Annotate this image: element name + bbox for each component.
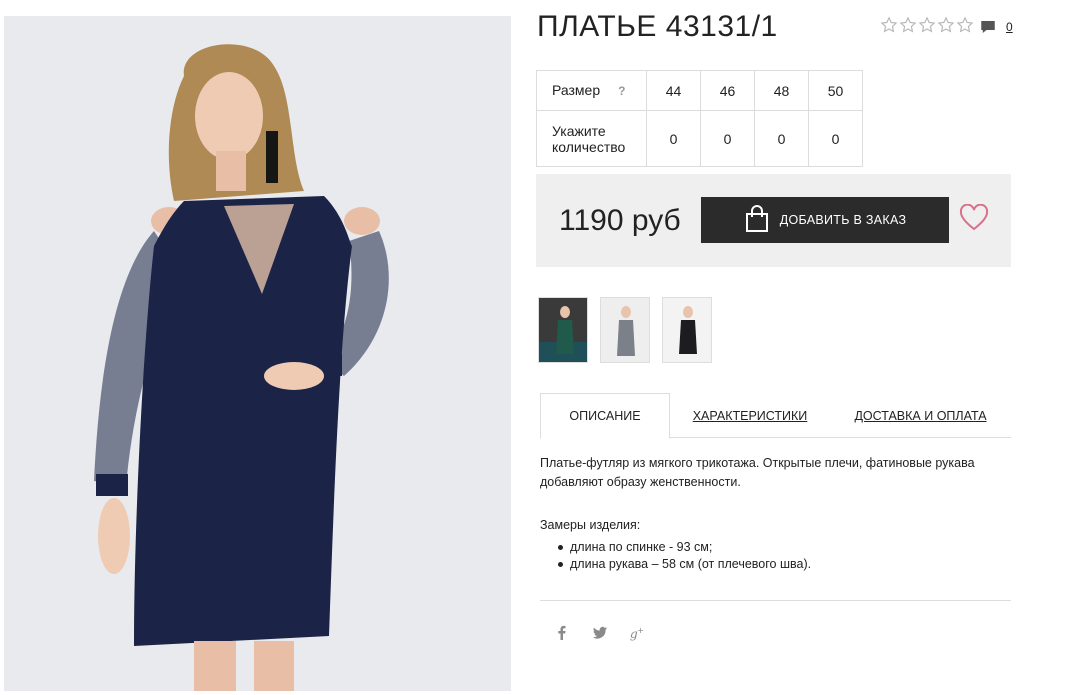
facebook-icon[interactable] [553,624,571,642]
shopping-bag-icon [744,204,770,236]
thumbnail-green-dress[interactable] [538,297,588,363]
quantity-input[interactable]: 0 [700,110,755,167]
size-label-cell: Размер? [536,70,647,111]
add-to-cart-button[interactable]: ДОБАВИТЬ В ЗАКАЗ [701,197,949,243]
quantity-row: Укажите количество 0 0 0 0 [536,110,863,167]
comment-count[interactable]: 0 [1006,20,1013,34]
size-option[interactable]: 44 [646,70,701,111]
help-icon[interactable]: ? [618,83,625,99]
tab-characteristics[interactable]: ХАРАКТЕРИСТИКИ [670,393,830,438]
product-main-image[interactable] [4,16,511,691]
favorite-heart-icon[interactable] [959,203,989,232]
star-icon[interactable] [899,16,917,34]
tab-description[interactable]: ОПИСАНИЕ [540,393,670,439]
thumbnail-grey-dress[interactable] [600,297,650,363]
comments-link[interactable]: 0 [979,18,1013,36]
measurements-title: Замеры изделия: [540,518,641,532]
buy-box: 1190 руб ДОБАВИТЬ В ЗАКАЗ [536,174,1011,267]
thumbnail-gallery [538,297,712,363]
size-option[interactable]: 48 [754,70,809,111]
size-option[interactable]: 50 [808,70,863,111]
star-icon[interactable] [918,16,936,34]
svg-text:+: + [637,625,644,635]
product-tabs: ОПИСАНИЕ ХАРАКТЕРИСТИКИ ДОСТАВКА И ОПЛАТ… [540,393,1011,439]
size-table: Размер? 44 46 48 50 Укажите количество 0… [536,70,863,167]
thumbnail-black-dress[interactable] [662,297,712,363]
tab-delivery-payment[interactable]: ДОСТАВКА И ОПЛАТА [830,393,1011,438]
twitter-icon[interactable] [591,624,609,642]
model-dress-illustration [4,16,511,691]
list-item: длина по спинке - 93 см; [557,539,811,556]
google-plus-icon[interactable]: g + [629,624,647,642]
add-to-cart-label: ДОБАВИТЬ В ЗАКАЗ [779,213,907,227]
quantity-input[interactable]: 0 [754,110,809,167]
quantity-input[interactable]: 0 [646,110,701,167]
star-icon[interactable] [880,16,898,34]
star-icon[interactable] [937,16,955,34]
size-row: Размер? 44 46 48 50 [536,70,863,111]
product-description: Платье-футляр из мягкого трикотажа. Откр… [540,456,975,489]
list-item: длина рукава – 58 см (от плечевого шва). [557,557,812,571]
quantity-input[interactable]: 0 [808,110,863,167]
size-option[interactable]: 46 [700,70,755,111]
quantity-label: Укажите количество [536,110,647,167]
size-label: Размер [552,82,601,98]
price: 1190 руб [559,204,681,237]
rating-stars[interactable] [880,16,974,34]
divider [540,600,1011,601]
star-icon[interactable] [956,16,974,34]
social-share: g + [553,624,647,642]
product-title: ПЛАТЬЕ 43131/1 [537,10,778,43]
measurements-list: длина по спинке - 93 см; длина рукава – … [557,539,812,573]
comment-icon [979,18,997,36]
